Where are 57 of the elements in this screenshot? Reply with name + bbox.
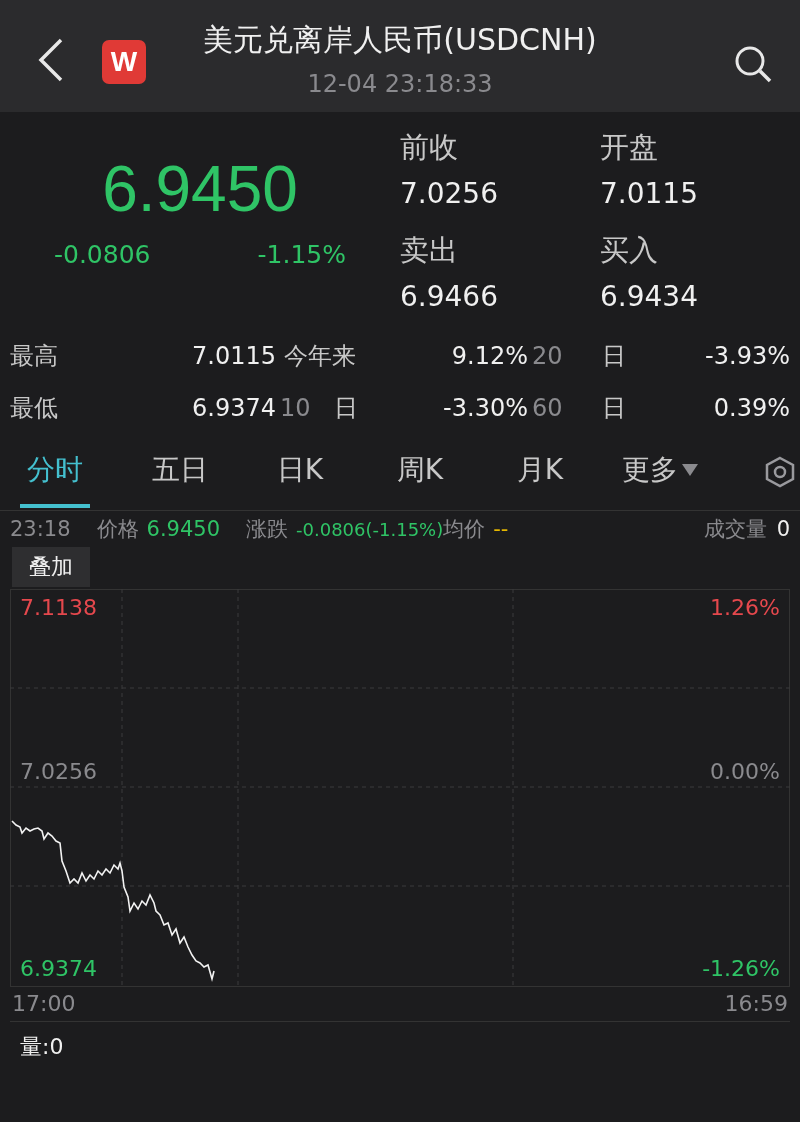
app-logo: W (102, 40, 146, 84)
settings-icon[interactable] (765, 456, 795, 488)
period-change: -3.93% (704, 342, 790, 370)
timestamp: 12-04 23:18:33 (307, 70, 493, 98)
average-label: 均价 (443, 516, 486, 543)
chart-tab[interactable]: 分时 (20, 436, 90, 508)
period-change: 9.12% (450, 342, 528, 370)
field-label: 买入 (600, 232, 659, 269)
time-axis-label: 17:00 (12, 991, 76, 1018)
field-label: 卖出 (400, 232, 459, 269)
chart-tab[interactable]: 五日 (120, 436, 240, 508)
period-change: 0.39% (712, 394, 790, 422)
time-axis-label: 16:59 (724, 991, 788, 1018)
period-unit: 日 (601, 393, 627, 424)
period-days: 10 (276, 394, 312, 422)
percent-change: -1.15% (257, 240, 346, 269)
change-value: -0.0806(-1.15%) (296, 518, 444, 540)
stat-value: 6.9374 (191, 394, 276, 422)
price-change: -0.0806 (54, 240, 151, 269)
page-title: 美元兑离岸人民币(USDCNH) (203, 21, 597, 59)
period-unit: 日 (601, 341, 627, 372)
search-icon[interactable] (733, 44, 773, 84)
period-change: -3.30% (442, 394, 528, 422)
chart-tab[interactable]: 更多 (600, 436, 720, 508)
stat-label: 最高 (10, 341, 59, 372)
axis-label: 1.26% (710, 595, 780, 620)
time-label: 23:18 (10, 517, 71, 541)
change-label: 涨跌 (246, 516, 288, 543)
current-price: 6.9450 (102, 154, 298, 224)
stat-value: 7.0115 (191, 342, 276, 370)
field-value: 7.0256 (400, 176, 499, 212)
field-label: 开盘 (600, 129, 659, 166)
chart-tab[interactable]: 周K (360, 436, 480, 508)
overlay-button[interactable]: 叠加 (12, 547, 90, 587)
chart-tab[interactable]: 日K (240, 436, 360, 508)
period-label: 今年来 (283, 341, 357, 372)
period-unit: 日 (333, 393, 359, 424)
stat-label: 最低 (10, 393, 59, 424)
field-value: 7.0115 (600, 176, 699, 212)
chart-tab[interactable]: 月K (480, 436, 600, 508)
axis-label: 7.1138 (20, 595, 97, 620)
volume-value: 0 (776, 517, 790, 541)
average-value: -- (493, 517, 509, 541)
field-label: 前收 (400, 129, 459, 166)
volume-label: 量:0 (20, 1034, 64, 1059)
axis-label: 0.00% (710, 759, 780, 784)
axis-label: 6.9374 (20, 956, 97, 981)
back-icon[interactable] (38, 38, 64, 82)
axis-label: 7.0256 (20, 759, 97, 784)
field-value: 6.9466 (400, 279, 499, 315)
volume-label: 成交量 (703, 516, 767, 543)
period-days: 20 (528, 342, 580, 370)
price-label: 价格 (96, 516, 139, 543)
price-value: 6.9450 (146, 517, 220, 541)
axis-label: -1.26% (702, 956, 780, 981)
field-value: 6.9434 (600, 279, 699, 315)
period-days: 60 (528, 394, 580, 422)
